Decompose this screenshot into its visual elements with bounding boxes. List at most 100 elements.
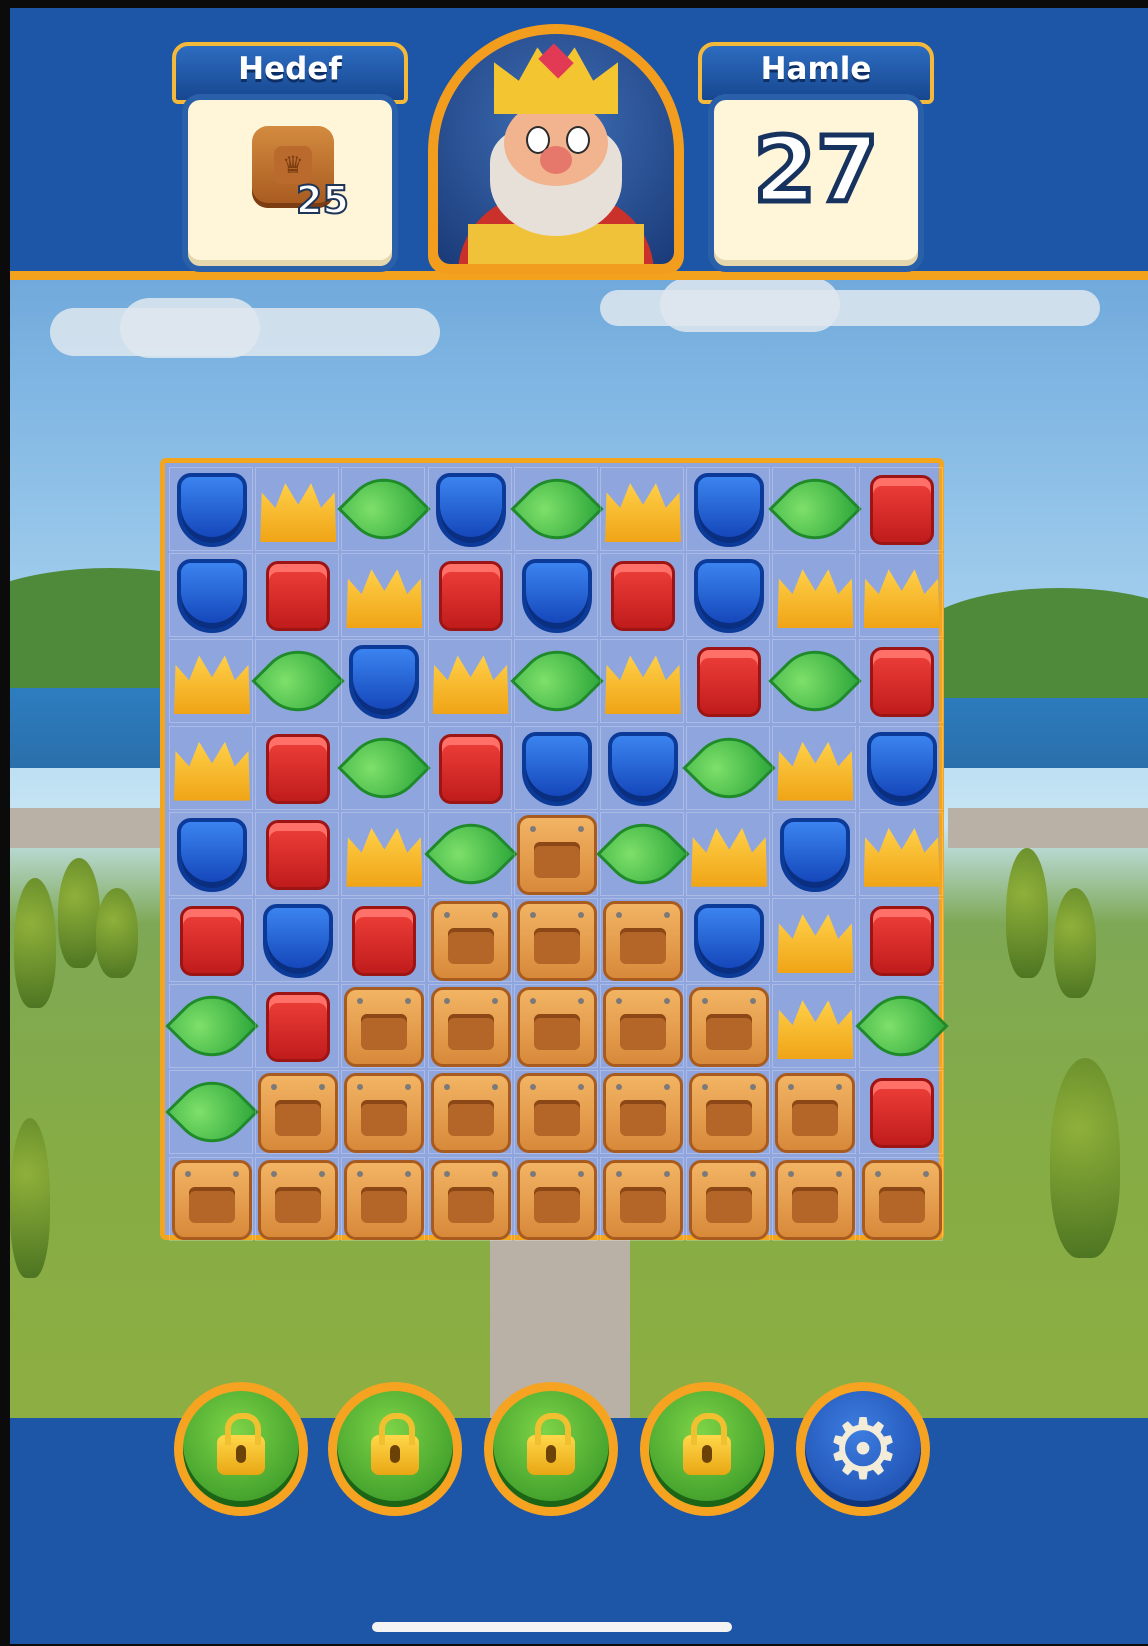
red-book-piece[interactable] [266,733,331,804]
board-cell[interactable] [600,725,684,810]
green-leaf-piece[interactable] [165,979,259,1073]
red-book-piece[interactable] [438,561,503,632]
board-cell[interactable] [772,553,857,638]
wooden-box-piece[interactable] [775,1073,856,1154]
blue-shield-piece[interactable] [263,904,334,978]
green-leaf-piece[interactable] [510,462,604,556]
wooden-box-piece[interactable] [689,1073,770,1154]
board-cell[interactable] [600,1156,684,1241]
red-book-piece[interactable] [869,906,934,976]
board-cell[interactable] [686,984,771,1069]
wooden-box-piece[interactable] [344,987,425,1068]
wooden-box-piece[interactable] [430,1073,511,1154]
yellow-crown-piece[interactable] [863,569,940,629]
green-leaf-piece[interactable] [510,634,604,729]
yellow-crown-piece[interactable] [174,655,250,715]
wooden-box-piece[interactable] [430,901,511,981]
yellow-crown-piece[interactable] [777,741,854,801]
board-cell[interactable] [427,553,512,638]
wooden-box-piece[interactable] [603,1159,683,1240]
wooden-box-piece[interactable] [516,901,597,981]
board-cell[interactable] [427,898,512,982]
locked-booster-button-3[interactable] [484,1382,618,1516]
board-cell[interactable] [600,467,684,551]
yellow-crown-piece[interactable] [605,483,681,542]
wooden-box-piece[interactable] [258,1159,339,1240]
board-cell[interactable] [169,725,253,810]
board-cell[interactable] [772,1070,857,1155]
board-cell[interactable] [341,811,426,896]
red-book-piece[interactable] [266,992,331,1063]
board-cell[interactable] [600,639,684,724]
yellow-crown-piece[interactable] [777,569,854,629]
green-leaf-piece[interactable] [337,720,432,815]
board-cell[interactable] [255,898,340,982]
wooden-box-piece[interactable] [603,1073,683,1154]
blue-shield-piece[interactable] [694,559,765,634]
blue-shield-piece[interactable] [177,473,247,547]
board-cell[interactable] [772,1156,857,1241]
board-cell[interactable] [858,898,943,982]
board-cell[interactable] [600,984,684,1069]
red-book-piece[interactable] [180,906,244,976]
blue-shield-piece[interactable] [521,559,592,634]
yellow-crown-piece[interactable] [863,827,940,887]
green-leaf-piece[interactable] [768,634,863,729]
yellow-crown-piece[interactable] [605,655,681,715]
board-cell[interactable] [858,467,943,551]
green-leaf-piece[interactable] [251,634,345,729]
board-cell[interactable] [686,639,771,724]
red-book-piece[interactable] [611,561,675,632]
board-cell[interactable] [255,1156,340,1241]
wooden-box-piece[interactable] [603,901,683,981]
green-leaf-piece[interactable] [423,807,518,901]
wooden-box-piece[interactable] [430,987,511,1068]
wooden-box-piece[interactable] [516,987,597,1068]
blue-shield-piece[interactable] [177,817,247,892]
board-cell[interactable] [854,979,949,1073]
wooden-box-piece[interactable] [516,814,597,895]
red-book-piece[interactable] [869,475,934,545]
board-cell[interactable] [513,811,598,896]
board-cell[interactable] [169,1156,253,1241]
board-cell[interactable] [255,1070,340,1155]
board-cell[interactable] [427,984,512,1069]
board-cell[interactable] [513,725,598,810]
board-cell[interactable] [600,898,684,982]
green-leaf-piece[interactable] [596,807,690,901]
board-cell[interactable] [772,811,857,896]
blue-shield-piece[interactable] [521,731,592,806]
wooden-box-piece[interactable] [689,987,770,1068]
board-cell[interactable] [341,1156,426,1241]
board-cell[interactable] [427,1156,512,1241]
board-cell[interactable] [255,467,340,551]
yellow-crown-piece[interactable] [691,827,768,887]
board-cell[interactable] [686,553,771,638]
blue-shield-piece[interactable] [608,731,678,806]
blue-shield-piece[interactable] [349,645,420,720]
board-cell[interactable] [682,720,776,815]
board-cell[interactable] [510,462,604,556]
wooden-box-piece[interactable] [861,1159,942,1240]
board-cell[interactable] [600,1070,684,1155]
board-cell[interactable] [341,639,426,724]
board-cell[interactable] [513,898,598,982]
red-book-piece[interactable] [869,647,934,718]
board-cell[interactable] [513,984,598,1069]
board-cell[interactable] [858,553,943,638]
board-cell[interactable] [686,811,771,896]
board-cell[interactable] [772,725,857,810]
wooden-box-piece[interactable] [689,1159,770,1240]
board-cell[interactable] [337,720,432,815]
board-cell[interactable] [341,1070,426,1155]
board-cell[interactable] [341,898,426,982]
board-cell[interactable] [768,634,863,729]
board-cell[interactable] [255,553,340,638]
board-cell[interactable] [858,725,943,810]
board-cell[interactable] [165,979,259,1073]
locked-booster-button-2[interactable] [328,1382,462,1516]
green-leaf-piece[interactable] [768,462,863,556]
blue-shield-piece[interactable] [866,731,937,806]
board-cell[interactable] [341,553,426,638]
wooden-box-piece[interactable] [430,1159,511,1240]
